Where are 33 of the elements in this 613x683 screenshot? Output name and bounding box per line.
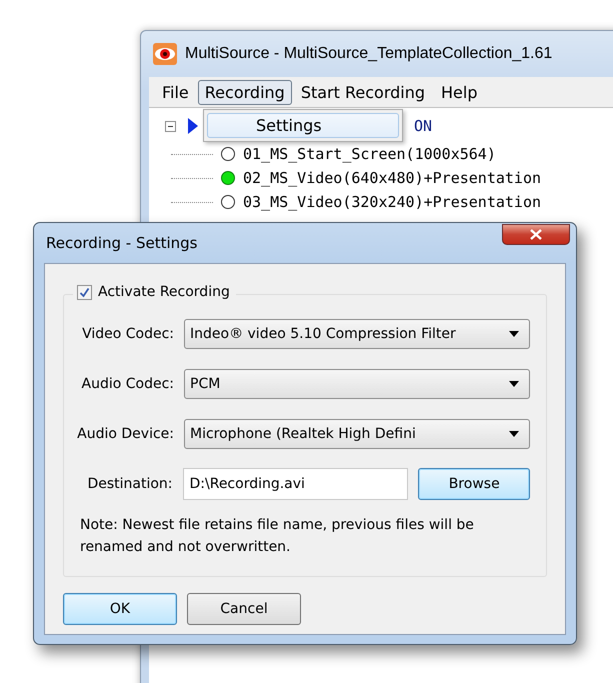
checkbox[interactable] (77, 284, 92, 300)
menu-item[interactable]: Start Recording (294, 80, 432, 104)
caret-icon (509, 431, 519, 437)
flag-icon (188, 118, 198, 134)
tree-item[interactable]: 01_MS_Start_Screen(1000x564) (243, 145, 496, 163)
tree-item[interactable]: 03_MS_Video(320x240)+Presentation (243, 193, 542, 211)
field-label: Video Codec: (81, 326, 174, 342)
tree-item[interactable]: ON (414, 117, 432, 135)
dropdown-field[interactable]: Indeo® video 5.10 Compression Filter (184, 319, 530, 349)
caret-icon (509, 381, 519, 387)
tree-item[interactable]: 02_MS_Video(640x480)+Presentation (243, 169, 542, 187)
dialog-title: Recording - Settings (46, 234, 198, 252)
checkbox-label: Activate Recording (98, 284, 230, 300)
dropdown-field[interactable]: Microphone (Realtek High Defini (184, 419, 530, 449)
menu-item[interactable]: Recording (198, 80, 292, 104)
dropdown-field[interactable]: PCM (184, 369, 530, 399)
menu-item[interactable]: Settings (207, 113, 399, 138)
menu-item[interactable]: Help (434, 80, 484, 104)
field-label: Destination: (86, 476, 172, 492)
field-label: Audio Device: (76, 426, 174, 442)
caret-icon (509, 331, 519, 337)
field-label: Audio Codec: (80, 376, 174, 392)
menu-item[interactable]: File (155, 80, 196, 104)
note-text: Note: Newest file retains file name, previous files will be renamed and not overwritten. (80, 516, 475, 557)
dialog-button[interactable]: Cancel (187, 593, 301, 625)
path-input-field[interactable]: D:\Recording.avi (182, 468, 408, 500)
eye-icon (153, 43, 177, 65)
dialog-button[interactable]: OK (63, 593, 177, 625)
browse-button[interactable]: Browse (418, 468, 530, 500)
close-button[interactable] (502, 224, 570, 245)
window-title: MultiSource - MultiSource_TemplateCollection_1.61 (185, 45, 552, 63)
collapse-icon[interactable] (165, 120, 176, 132)
close-icon (530, 229, 542, 240)
